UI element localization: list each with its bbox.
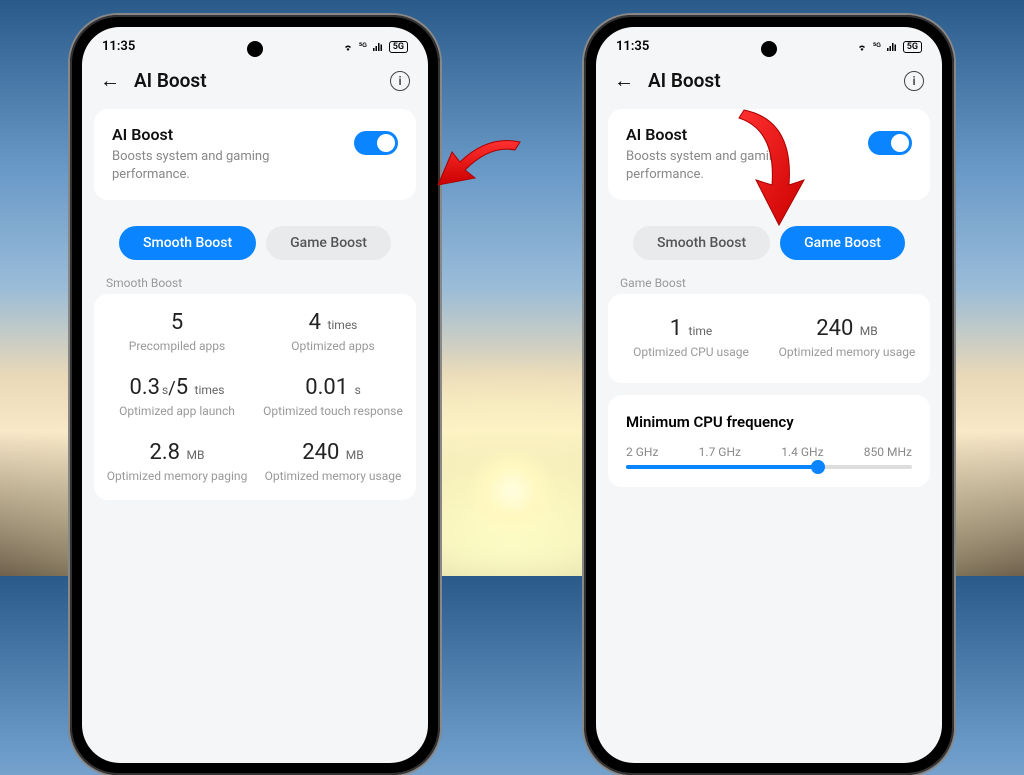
camera-punch-hole <box>761 41 777 57</box>
section-label-game: Game Boost <box>596 268 942 294</box>
titlebar: ← AI Boost i <box>82 58 428 109</box>
phone-screen-left: 11:35 ⁵ᴳ 5G ← AI Boost i AI Boost Boosts… <box>82 27 428 763</box>
cpu-frequency-slider[interactable] <box>626 465 912 469</box>
stat-cpu-usage: 1 time Optimized CPU usage <box>618 316 764 361</box>
network-type-icon: ⁵ᴳ <box>873 41 881 52</box>
cpu-tick-labels: 2 GHz 1.7 GHz 1.4 GHz 850 MHz <box>626 445 912 459</box>
camera-punch-hole <box>247 41 263 57</box>
status-time: 11:35 <box>616 39 649 54</box>
cpu-tick: 1.7 GHz <box>699 445 741 459</box>
ai-boost-title: AI Boost <box>112 125 342 144</box>
signal-icon <box>371 41 385 53</box>
stat-memory-usage: 240 MB Optimized memory usage <box>774 316 920 361</box>
status-icons: ⁵ᴳ 5G <box>341 41 408 53</box>
annotation-arrow-right <box>724 100 824 240</box>
network-badge: 5G <box>389 41 408 53</box>
annotation-arrow-left <box>430 130 530 230</box>
slider-thumb[interactable] <box>811 460 825 474</box>
cpu-frequency-title: Minimum CPU frequency <box>626 413 912 431</box>
stat-precompiled-apps: 5 Precompiled apps <box>104 310 250 355</box>
ai-boost-description: Boosts system and gaming performance. <box>112 148 342 184</box>
network-type-icon: ⁵ᴳ <box>359 41 367 52</box>
wifi-icon <box>855 41 869 53</box>
status-icons: ⁵ᴳ 5G <box>855 41 922 53</box>
phone-mockup-left: 11:35 ⁵ᴳ 5G ← AI Boost i AI Boost Boosts… <box>70 15 440 775</box>
stat-app-launch: 0.3s/5 times Optimized app launch <box>104 375 250 420</box>
page-title: AI Boost <box>134 69 376 92</box>
stat-memory-paging: 2.8 MB Optimized memory paging <box>104 440 250 485</box>
wifi-icon <box>341 41 355 53</box>
status-time: 11:35 <box>102 39 135 54</box>
page-title: AI Boost <box>648 69 890 92</box>
stats-grid-game: 1 time Optimized CPU usage 240 MB Optimi… <box>608 294 930 383</box>
ai-boost-toggle[interactable] <box>354 131 398 155</box>
back-arrow-icon[interactable]: ← <box>100 68 120 93</box>
ai-boost-card: AI Boost Boosts system and gaming perfor… <box>94 109 416 200</box>
slider-fill <box>626 465 818 469</box>
stats-grid-smooth: 5 Precompiled apps 4 times Optimized app… <box>94 294 416 500</box>
stat-touch-response: 0.01 s Optimized touch response <box>260 375 406 420</box>
cpu-tick: 2 GHz <box>626 445 658 459</box>
info-icon[interactable]: i <box>904 71 924 91</box>
section-label-smooth: Smooth Boost <box>82 268 428 294</box>
info-icon[interactable]: i <box>390 71 410 91</box>
tab-row: Smooth Boost Game Boost <box>82 212 428 268</box>
stat-memory-usage: 240 MB Optimized memory usage <box>260 440 406 485</box>
stat-optimized-apps: 4 times Optimized apps <box>260 310 406 355</box>
tab-smooth-boost[interactable]: Smooth Boost <box>119 226 256 260</box>
tab-game-boost[interactable]: Game Boost <box>266 226 391 260</box>
background-sun <box>467 446 557 536</box>
back-arrow-icon[interactable]: ← <box>614 68 634 93</box>
network-badge: 5G <box>903 41 922 53</box>
cpu-tick: 1.4 GHz <box>781 445 823 459</box>
cpu-frequency-card: Minimum CPU frequency 2 GHz 1.7 GHz 1.4 … <box>608 395 930 487</box>
ai-boost-toggle[interactable] <box>868 131 912 155</box>
cpu-tick: 850 MHz <box>864 445 912 459</box>
signal-icon <box>885 41 899 53</box>
